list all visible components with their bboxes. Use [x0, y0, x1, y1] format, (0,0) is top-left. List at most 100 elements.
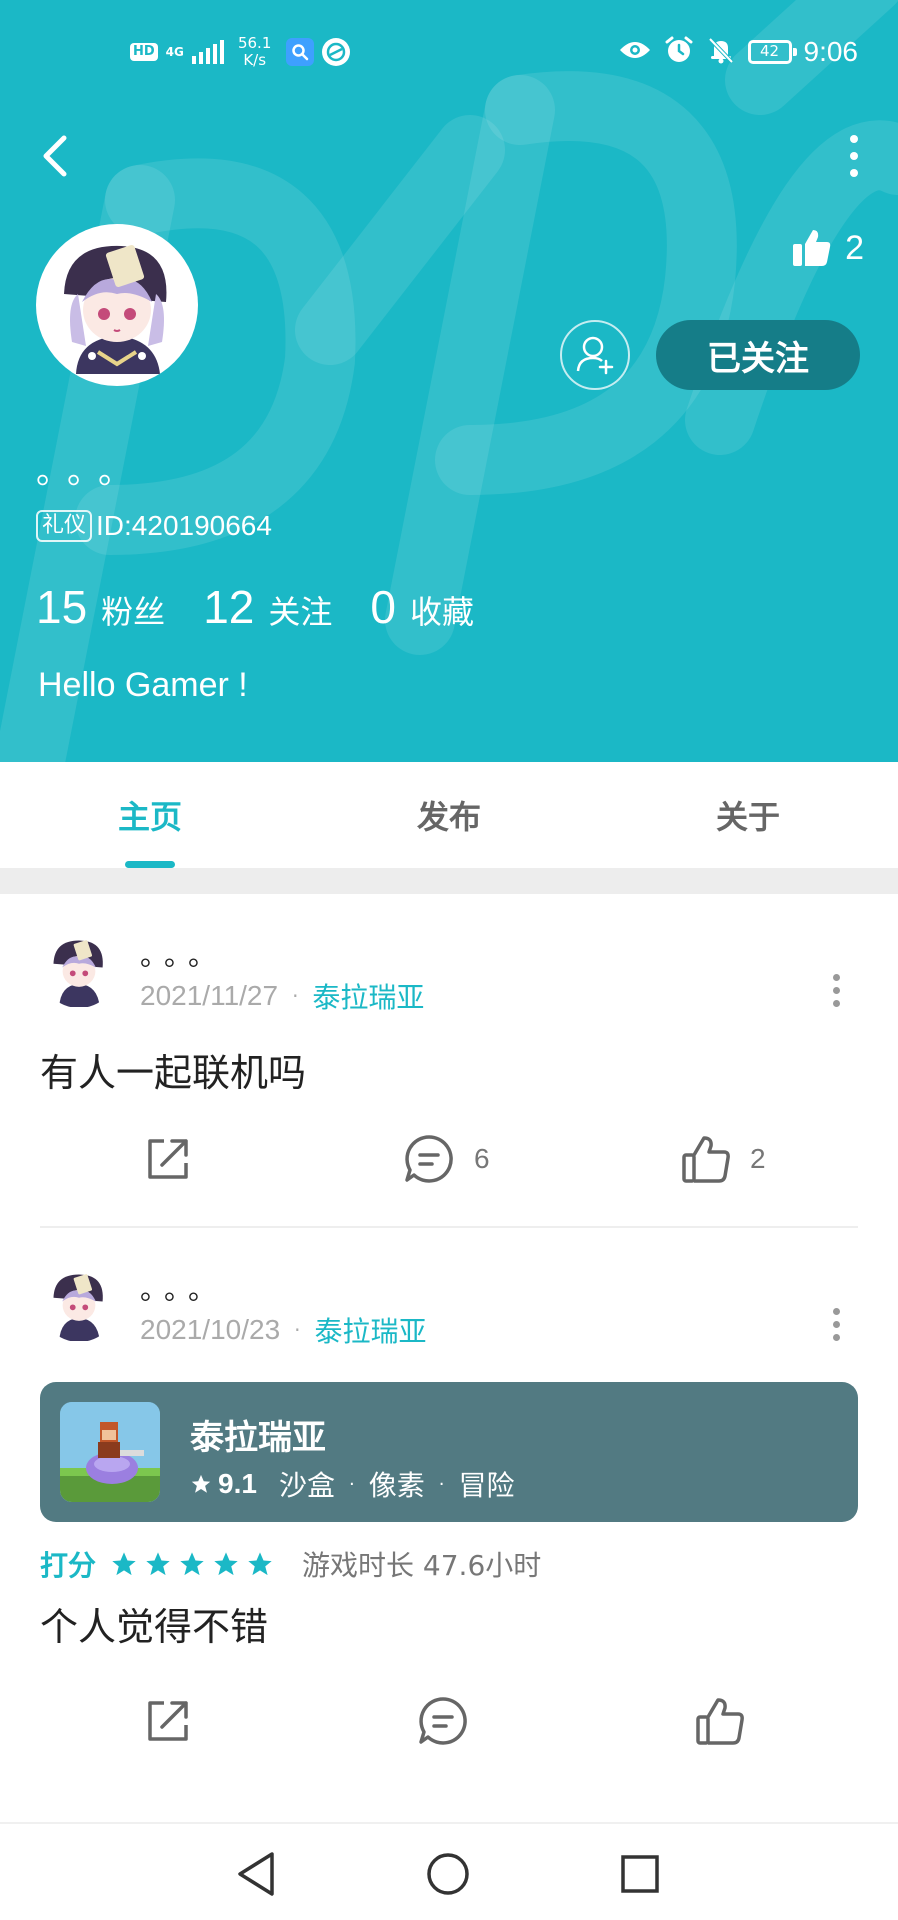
followers-label: 粉丝: [101, 593, 166, 631]
id-badge: 礼仪: [36, 510, 93, 542]
post-author-name[interactable]: 。。。: [140, 934, 226, 974]
comment-count: 6: [474, 1143, 490, 1174]
dot: [832, 1320, 840, 1328]
post-meta: 2021/11/27 · 泰拉瑞亚: [140, 976, 424, 1016]
add-user-icon: [576, 336, 614, 375]
section-separator: [0, 868, 898, 894]
favorites-label: 收藏: [409, 593, 474, 631]
star-icon: [180, 1552, 204, 1576]
following-count: 12: [203, 581, 255, 633]
dot: [832, 986, 840, 994]
post-actions: [0, 1686, 898, 1756]
comment-button[interactable]: [416, 1686, 470, 1756]
dot: [832, 973, 840, 981]
meta-separator: ·: [292, 984, 299, 1008]
tab-home[interactable]: 主页: [0, 762, 300, 868]
following-label: 关注: [268, 593, 333, 631]
eye-icon: [618, 38, 652, 66]
post-meta: 2021/10/23 · 泰拉瑞亚: [140, 1310, 427, 1350]
game-tags: 9.1 沙盒 · 像素 · 冒险: [190, 1464, 514, 1504]
thumbs-up-icon: [696, 1698, 744, 1745]
star-icon: [214, 1552, 238, 1576]
status-bar: HD 4G 56.1 K/s 42 9:06: [0, 0, 898, 104]
comment-icon: [419, 1697, 467, 1745]
star-icon: [248, 1552, 272, 1576]
post-more-button[interactable]: [824, 970, 848, 1010]
speed-value: 56.1: [237, 34, 272, 52]
post-content[interactable]: 个人觉得不错: [40, 1596, 268, 1651]
thumbs-up-icon: [793, 230, 831, 266]
alarm-icon: [664, 35, 694, 69]
share-icon: [148, 1701, 188, 1741]
battery-indicator: 42: [747, 40, 797, 64]
dot: [832, 999, 840, 1007]
like-count: 2: [750, 1143, 766, 1174]
dot: [850, 169, 858, 177]
post-game-link[interactable]: 泰拉瑞亚: [315, 1310, 427, 1350]
dot: [850, 135, 858, 143]
post-content[interactable]: 有人一起联机吗: [40, 1042, 306, 1097]
post-divider: [40, 1226, 858, 1228]
post-date: 2021/10/23: [140, 1314, 281, 1345]
avatar-image: [39, 227, 195, 383]
game-title: 泰拉瑞亚: [190, 1418, 326, 1458]
hd-indicator: HD: [130, 43, 158, 61]
add-friend-button[interactable]: [560, 320, 630, 390]
nav-recents-button[interactable]: [612, 1846, 668, 1902]
following-stat[interactable]: 12 关注: [203, 580, 332, 634]
profile-stats: 15 粉丝 12 关注 0 收藏: [36, 580, 512, 634]
profile-like-button[interactable]: 2: [791, 224, 864, 272]
share-button[interactable]: [142, 1124, 194, 1194]
post-author-name[interactable]: 。。。: [140, 1268, 226, 1308]
avatar-image: [40, 930, 118, 1008]
browser-app-icon: [321, 38, 350, 66]
thumbs-up-icon: [682, 1136, 730, 1183]
profile-id: ID:420190664: [96, 510, 272, 541]
post-actions: 6 2: [0, 1124, 898, 1194]
dot: [832, 1307, 840, 1315]
feed-post: 。。。 2021/11/27 · 泰拉瑞亚 有人一起联机吗 6 2: [0, 894, 898, 1230]
more-options-button[interactable]: [836, 128, 872, 184]
system-navigation-bar: [0, 1822, 898, 1920]
tag-separator: ·: [348, 1473, 355, 1495]
avatar-image: [40, 1264, 118, 1342]
tab-about[interactable]: 关于: [598, 762, 898, 868]
clock: 9:06: [803, 36, 859, 67]
game-card[interactable]: 泰拉瑞亚 9.1 沙盒 · 像素 · 冒险: [40, 1382, 858, 1522]
chevron-left-icon: [43, 135, 67, 177]
network-speed: 56.1 K/s: [232, 35, 278, 69]
signal-icon: [191, 40, 224, 64]
rating-stars: [110, 1550, 274, 1578]
rating-row: 打分 游戏时长 47.6小时: [40, 1544, 541, 1584]
star-icon: [112, 1552, 136, 1576]
profile-tabs: 主页 发布 关于: [0, 762, 898, 868]
status-right: 42 9:06: [618, 32, 859, 72]
nav-home-button[interactable]: [420, 1846, 476, 1902]
post-more-button[interactable]: [824, 1304, 848, 1344]
profile-bio: Hello Gamer !: [38, 666, 248, 704]
post-author-avatar[interactable]: [40, 930, 118, 1008]
tab-posts[interactable]: 发布: [300, 762, 598, 868]
star-icon: [146, 1552, 170, 1576]
comment-button[interactable]: 6: [402, 1124, 490, 1194]
like-button[interactable]: 2: [680, 1124, 766, 1194]
profile-id-row: 礼仪 ID:420190664: [36, 510, 272, 542]
dot: [832, 1333, 840, 1341]
profile-like-count: 2: [845, 228, 864, 267]
speed-unit: K/s: [243, 51, 267, 69]
follow-status-button[interactable]: 已关注: [656, 320, 860, 390]
favorites-stat[interactable]: 0 收藏: [370, 580, 474, 634]
followers-stat[interactable]: 15 粉丝: [36, 580, 165, 634]
share-button[interactable]: [142, 1686, 194, 1756]
back-button[interactable]: [30, 128, 78, 184]
network-type: 4G: [165, 45, 184, 59]
game-tag: 冒险: [458, 1469, 515, 1502]
post-author-avatar[interactable]: [40, 1264, 118, 1342]
square-recents-icon: [621, 1855, 659, 1893]
like-button[interactable]: [694, 1686, 746, 1756]
avatar[interactable]: [36, 224, 198, 386]
post-game-link[interactable]: 泰拉瑞亚: [312, 976, 424, 1016]
nav-back-button[interactable]: [228, 1846, 284, 1902]
tag-separator: ·: [438, 1473, 445, 1495]
profile-header: HD 4G 56.1 K/s 42 9:06 2 已关注 。。。 礼仪 ID:4…: [0, 0, 898, 762]
